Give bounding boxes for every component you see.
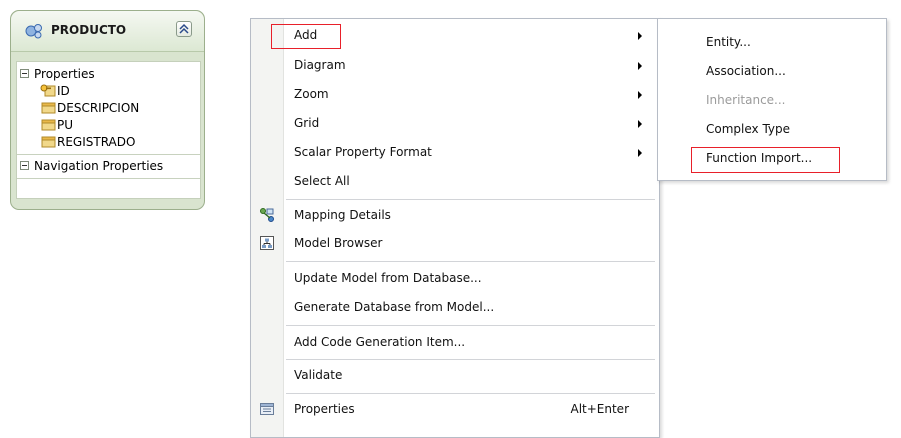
- property-row[interactable]: REGISTRADO: [40, 134, 135, 151]
- menu-separator: [286, 393, 655, 394]
- submenu-arrow-icon: [638, 120, 642, 128]
- menu-item-label: Properties: [294, 402, 355, 416]
- menu-item-generate-database[interactable]: Generate Database from Model...: [251, 293, 659, 321]
- add-highlight-box: [271, 24, 341, 49]
- property-name: REGISTRADO: [57, 135, 136, 149]
- menu-separator: [286, 261, 655, 262]
- entity-title: PRODUCTO: [51, 23, 127, 37]
- submenu-item-inheritance: Inheritance...: [658, 86, 886, 114]
- entity-body: Properties ID DESCRIPCION PU REGISTRADO …: [16, 61, 201, 199]
- submenu-arrow-icon: [638, 32, 642, 40]
- key-property-icon: [40, 84, 56, 97]
- property-row[interactable]: PU: [40, 117, 73, 134]
- context-menu: Add Diagram Zoom Grid Scalar Property Fo…: [250, 18, 660, 438]
- submenu-item-association[interactable]: Association...: [658, 57, 886, 85]
- section-divider: [17, 178, 200, 179]
- collapse-minus-icon[interactable]: [20, 69, 29, 78]
- property-row[interactable]: DESCRIPCION: [40, 100, 139, 117]
- menu-item-label: Model Browser: [294, 236, 383, 250]
- menu-item-label: Grid: [294, 116, 320, 130]
- menu-item-label: Validate: [294, 368, 343, 382]
- menu-item-properties[interactable]: Properties Alt+Enter: [251, 395, 659, 423]
- navigation-properties-section[interactable]: Navigation Properties: [20, 157, 163, 175]
- menu-item-label: Mapping Details: [294, 208, 391, 222]
- menu-separator: [286, 199, 655, 200]
- scalar-property-icon: [41, 119, 56, 131]
- entity-header[interactable]: PRODUCTO: [11, 11, 204, 52]
- collapse-minus-icon[interactable]: [20, 161, 29, 170]
- property-row-key[interactable]: ID: [40, 83, 70, 100]
- navigation-section-label: Navigation Properties: [34, 159, 164, 173]
- menu-item-label: Update Model from Database...: [294, 271, 482, 285]
- menu-item-diagram[interactable]: Diagram: [251, 51, 659, 79]
- submenu-arrow-icon: [638, 149, 642, 157]
- function-import-highlight-box: [691, 147, 840, 173]
- submenu-arrow-icon: [638, 62, 642, 70]
- menu-separator: [286, 325, 655, 326]
- submenu-item-complex-type[interactable]: Complex Type: [658, 115, 886, 143]
- menu-item-label: Scalar Property Format: [294, 145, 432, 159]
- menu-item-add-code-generation[interactable]: Add Code Generation Item...: [251, 328, 659, 356]
- menu-item-grid[interactable]: Grid: [251, 109, 659, 137]
- double-chevron-up-icon[interactable]: [176, 21, 192, 37]
- menu-item-select-all[interactable]: Select All: [251, 167, 659, 195]
- properties-icon: [260, 403, 274, 415]
- submenu-item-label: Association...: [706, 64, 786, 78]
- submenu-item-label: Entity...: [706, 35, 751, 49]
- menu-item-label: Select All: [294, 174, 350, 188]
- submenu-item-label: Inheritance...: [706, 93, 786, 107]
- menu-item-mapping-details[interactable]: Mapping Details: [251, 201, 659, 229]
- scalar-property-icon: [41, 102, 56, 114]
- scalar-property-icon: [41, 136, 56, 148]
- menu-item-zoom[interactable]: Zoom: [251, 80, 659, 108]
- shortcut-label: Alt+Enter: [570, 402, 629, 416]
- submenu-item-entity[interactable]: Entity...: [658, 28, 886, 56]
- menu-item-scalar-property-format[interactable]: Scalar Property Format: [251, 138, 659, 166]
- submenu-arrow-icon: [638, 91, 642, 99]
- entity-producto[interactable]: PRODUCTO Properties ID DESCRIPCION PU RE…: [10, 10, 205, 210]
- section-divider: [17, 154, 200, 155]
- menu-item-model-browser[interactable]: Model Browser: [251, 229, 659, 257]
- add-submenu: Entity... Association... Inheritance... …: [657, 18, 887, 181]
- properties-section-label: Properties: [34, 67, 95, 81]
- submenu-item-label: Complex Type: [706, 122, 791, 136]
- entity-type-icon: [25, 24, 42, 39]
- property-name: DESCRIPCION: [57, 101, 140, 115]
- menu-separator: [286, 359, 655, 360]
- model-browser-icon: [260, 236, 274, 250]
- menu-item-update-model[interactable]: Update Model from Database...: [251, 264, 659, 292]
- property-name: PU: [57, 118, 74, 132]
- mapping-details-icon: [260, 208, 274, 222]
- menu-item-label: Add Code Generation Item...: [294, 335, 466, 349]
- menu-item-label: Diagram: [294, 58, 346, 72]
- properties-section[interactable]: Properties: [20, 65, 95, 83]
- menu-item-label: Zoom: [294, 87, 329, 101]
- property-name: ID: [57, 84, 70, 98]
- menu-item-validate[interactable]: Validate: [251, 361, 659, 389]
- menu-item-label: Generate Database from Model...: [294, 300, 495, 314]
